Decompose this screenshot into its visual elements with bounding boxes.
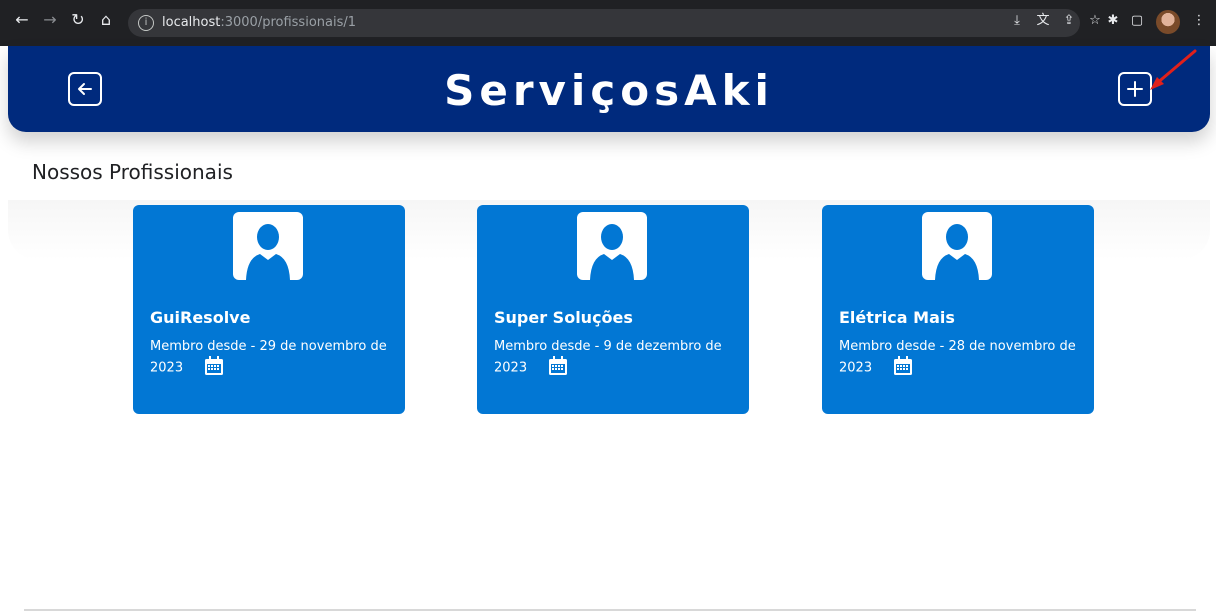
calendar-icon xyxy=(205,356,224,375)
back-arrow-icon[interactable]: ← xyxy=(12,10,32,30)
card-member-since-text: Membro desde - 9 de dezembro de 2023 xyxy=(494,339,722,376)
side-panel-icon[interactable]: ▢ xyxy=(1128,12,1146,30)
profile-avatar[interactable] xyxy=(1156,10,1180,34)
card-name: GuiResolve xyxy=(150,308,251,327)
user-silhouette-icon xyxy=(590,224,634,280)
profile-photo xyxy=(922,212,992,280)
card-member-since: Membro desde - 28 de novembro de 2023 xyxy=(839,336,1089,379)
home-icon[interactable]: ⌂ xyxy=(96,10,116,30)
professional-card-eletrica-mais[interactable]: Elétrica Mais Membro desde - 28 de novem… xyxy=(822,205,1094,414)
info-icon[interactable]: i xyxy=(138,15,154,31)
calendar-icon xyxy=(549,356,568,375)
forward-arrow-icon[interactable]: → xyxy=(40,10,60,30)
card-member-since: Membro desde - 29 de novembro de 2023 xyxy=(150,336,400,379)
share-icon[interactable]: ⇪ xyxy=(1060,12,1078,30)
address-bar[interactable]: i localhost:3000/profissionais/1 xyxy=(128,9,1080,37)
professional-card-guiresolve[interactable]: GuiResolve Membro desde - 29 de novembro… xyxy=(133,205,405,414)
card-member-since-text: Membro desde - 28 de novembro de 2023 xyxy=(839,339,1076,376)
card-member-since: Membro desde - 9 de dezembro de 2023 xyxy=(494,336,744,379)
install-icon[interactable]: ⤓ xyxy=(1008,12,1026,30)
app-header: ServiçosAki xyxy=(8,46,1210,132)
calendar-icon xyxy=(894,356,913,375)
reload-icon[interactable]: ↻ xyxy=(68,10,88,30)
professional-card-super-solucoes[interactable]: Super Soluções Membro desde - 9 de dezem… xyxy=(477,205,749,414)
section-title: Nossos Profissionais xyxy=(32,160,233,184)
url-host: localhost xyxy=(162,15,221,30)
footer-divider xyxy=(24,609,1196,611)
browser-toolbar: ← → ↻ ⌂ i localhost:3000/profissionais/1… xyxy=(0,0,1216,46)
profile-photo xyxy=(233,212,303,280)
app-title: ServiçosAki xyxy=(444,66,774,115)
user-silhouette-icon xyxy=(935,224,979,280)
card-name: Elétrica Mais xyxy=(839,308,955,327)
star-icon[interactable]: ☆ xyxy=(1086,12,1104,30)
profile-photo xyxy=(577,212,647,280)
card-name: Super Soluções xyxy=(494,308,633,327)
extensions-icon[interactable]: ✱ xyxy=(1104,12,1122,30)
card-member-since-text: Membro desde - 29 de novembro de 2023 xyxy=(150,339,387,376)
more-icon[interactable]: ⋮ xyxy=(1190,12,1208,30)
user-silhouette-icon xyxy=(246,224,290,280)
translate-icon[interactable]: 文 xyxy=(1034,12,1052,30)
annotation-arrow xyxy=(1150,49,1197,90)
url-path: :3000/profissionais/1 xyxy=(220,15,357,30)
url-text[interactable]: localhost:3000/profissionais/1 xyxy=(162,15,356,30)
